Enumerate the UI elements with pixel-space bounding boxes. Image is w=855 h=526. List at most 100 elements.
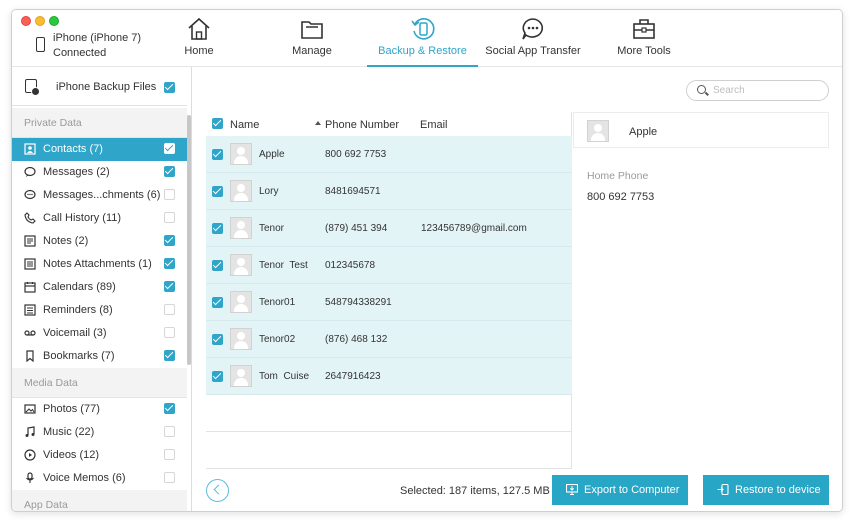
sidebar: iPhone Backup Files Private Data Contact… — [12, 67, 192, 511]
row-checkbox[interactable] — [212, 334, 223, 345]
table-row[interactable]: Lory 8481694571 — [206, 173, 572, 210]
nav-backup-restore[interactable]: Backup & Restore — [367, 10, 478, 67]
message-attachments-checkbox[interactable] — [164, 189, 175, 200]
row-checkbox[interactable] — [212, 149, 223, 160]
table-row[interactable]: Tenor01 548794338291 — [206, 284, 572, 321]
photos-checkbox[interactable] — [164, 403, 175, 414]
iphone-icon — [36, 37, 45, 52]
row-checkbox[interactable] — [212, 260, 223, 271]
voicemail-checkbox[interactable] — [164, 327, 175, 338]
chat-bubble-icon — [522, 18, 544, 40]
nav-social-app-transfer-label: Social App Transfer — [485, 45, 581, 57]
detail-field-value: 800 692 7753 — [587, 191, 655, 203]
contact-name: Tenor — [259, 223, 285, 234]
voice-memos-checkbox[interactable] — [164, 472, 175, 483]
row-checkbox[interactable] — [212, 297, 223, 308]
nav-home-label: Home — [184, 45, 214, 57]
sidebar-item-voice-memos[interactable]: Voice Memos (6) — [12, 467, 187, 490]
table-row[interactable]: Tenor Test 012345678 — [206, 247, 572, 284]
section-app-data: App Data — [12, 490, 187, 511]
contact-name: Tenor Test — [259, 260, 308, 271]
calendars-checkbox[interactable] — [164, 281, 175, 292]
device-status: Connected — [53, 47, 107, 59]
backup-restore-icon — [410, 18, 434, 40]
device-name: iPhone (iPhone 7) — [53, 32, 142, 44]
sidebar-item-bookmarks[interactable]: Bookmarks (7) — [12, 345, 187, 368]
table-row[interactable]: Tom Cuise 2647916423 — [206, 358, 572, 395]
sidebar-item-messages[interactable]: Messages (2) — [12, 161, 187, 184]
notes-attachments-checkbox[interactable] — [164, 258, 175, 269]
avatar — [230, 328, 252, 350]
row-checkbox[interactable] — [212, 186, 223, 197]
search-input[interactable] — [713, 83, 823, 98]
videos-checkbox[interactable] — [164, 449, 175, 460]
search-box[interactable] — [686, 80, 829, 101]
minimize-window-button[interactable] — [35, 16, 45, 26]
nav-manage[interactable]: Manage — [280, 10, 344, 66]
notes-attachment-icon — [24, 258, 36, 270]
sidebar-item-label: Contacts (7) — [43, 143, 103, 155]
row-checkbox[interactable] — [212, 223, 223, 234]
nav-social-app-transfer[interactable]: Social App Transfer — [482, 10, 584, 66]
notes-checkbox[interactable] — [164, 235, 175, 246]
sidebar-scrollbar[interactable] — [187, 115, 191, 365]
zoom-window-button[interactable] — [49, 16, 59, 26]
table-row[interactable]: Apple 800 692 7753 — [206, 136, 572, 173]
sidebar-item-reminders[interactable]: Reminders (8) — [12, 299, 187, 322]
export-to-computer-button[interactable]: Export to Computer — [552, 475, 688, 505]
message-attachment-icon — [24, 189, 36, 200]
select-all-checkbox[interactable] — [212, 118, 223, 129]
nav-more-tools[interactable]: More Tools — [609, 10, 679, 66]
contact-phone: 800 692 7753 — [325, 149, 387, 160]
contact-phone: 548794338291 — [325, 297, 392, 308]
contact-phone: 2647916423 — [325, 371, 381, 382]
bookmarks-checkbox[interactable] — [164, 350, 175, 361]
reminders-checkbox[interactable] — [164, 304, 175, 315]
contacts-icon — [24, 143, 36, 155]
nav-home[interactable]: Home — [167, 10, 231, 66]
folder-icon — [301, 21, 323, 39]
computer-export-icon — [566, 484, 578, 495]
close-window-button[interactable] — [21, 16, 31, 26]
sidebar-item-voicemail[interactable]: Voicemail (3) — [12, 322, 187, 345]
contacts-checkbox[interactable] — [164, 143, 175, 154]
call-history-checkbox[interactable] — [164, 212, 175, 223]
column-header-name[interactable]: Name — [230, 119, 259, 131]
column-header-email[interactable]: Email — [420, 119, 448, 131]
messages-checkbox[interactable] — [164, 166, 175, 177]
photo-icon — [24, 404, 36, 414]
restore-to-device-button[interactable]: Restore to device — [703, 475, 829, 505]
sidebar-item-photos[interactable]: Photos (77) — [12, 398, 187, 421]
sidebar-item-calendars[interactable]: Calendars (89) — [12, 276, 187, 299]
row-checkbox[interactable] — [212, 371, 223, 382]
back-button[interactable] — [206, 479, 229, 502]
sidebar-item-videos[interactable]: Videos (12) — [12, 444, 187, 467]
sidebar-item-contacts[interactable]: Contacts (7) — [12, 138, 187, 161]
music-icon — [25, 426, 35, 437]
backup-files-row[interactable]: iPhone Backup Files — [12, 67, 187, 106]
detail-header: Apple — [573, 112, 829, 148]
contact-name: Tom Cuise — [259, 371, 310, 382]
sidebar-item-message-attachments[interactable]: Messages...chments (6) — [12, 184, 187, 207]
sidebar-item-notes-attachments[interactable]: Notes Attachments (1) — [12, 253, 187, 276]
footer-bar: Selected: 187 items, 127.5 MB Export to … — [193, 469, 842, 511]
main-panel: Name Phone Number Email Apple 800 692 77… — [193, 67, 842, 511]
avatar — [230, 180, 252, 202]
selection-summary: Selected: 187 items, 127.5 MB — [400, 485, 550, 497]
column-header-phone[interactable]: Phone Number — [325, 119, 399, 131]
sidebar-item-label: Voicemail (3) — [43, 327, 107, 339]
table-row-empty — [206, 395, 572, 432]
backup-files-checkbox[interactable] — [164, 82, 175, 93]
avatar — [230, 365, 252, 387]
table-row[interactable]: Tenor02 (876) 468 132 — [206, 321, 572, 358]
music-checkbox[interactable] — [164, 426, 175, 437]
sidebar-item-call-history[interactable]: Call History (11) — [12, 207, 187, 230]
sidebar-item-label: Calendars (89) — [43, 281, 116, 293]
device-restore-icon — [717, 484, 729, 495]
table-row[interactable]: Tenor (879) 451 394 123456789@gmail.com — [206, 210, 572, 247]
section-media-data: Media Data — [12, 368, 187, 398]
contact-phone: (879) 451 394 — [325, 223, 388, 234]
sidebar-item-notes[interactable]: Notes (2) — [12, 230, 187, 253]
sort-ascending-icon — [315, 121, 321, 125]
sidebar-item-music[interactable]: Music (22) — [12, 421, 187, 444]
